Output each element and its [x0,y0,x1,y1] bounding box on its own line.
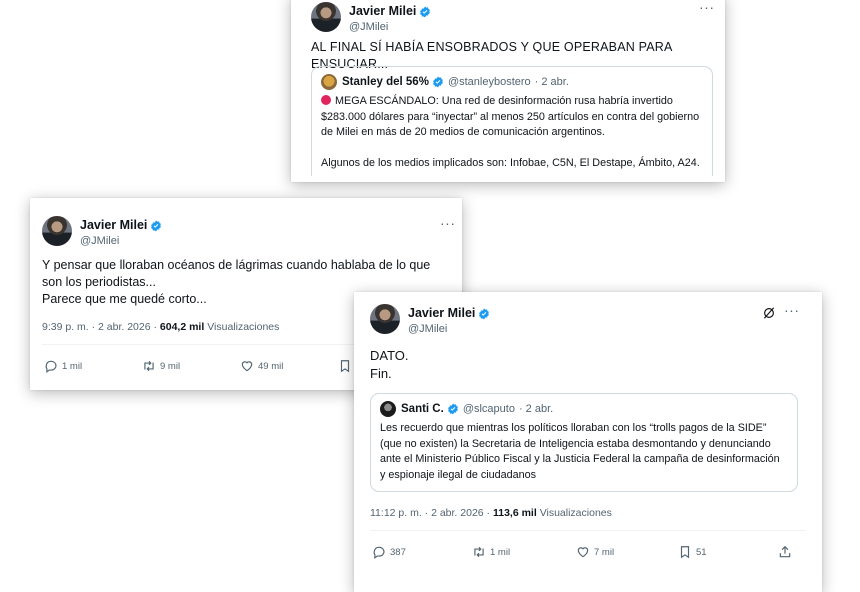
quote-date: · 2 abr. [534,76,569,88]
views-label: Visualizaciones [539,507,612,519]
tweet-header: Javier Milei @JMilei [311,2,431,34]
tweet-card-3[interactable]: Javier Milei @JMilei ··· DATO. Fin. Sant… [354,292,822,592]
author-name[interactable]: Javier Milei [80,218,162,233]
quote-author-name: Stanley del 56% [342,76,429,88]
reply-icon [45,360,57,373]
quote-author-handle: @stanleybostero [447,76,531,88]
retweet-button[interactable]: 1 mil [472,545,510,559]
quote-author-handle: @slcaputo [462,403,515,415]
bookmark-icon [340,360,350,373]
more-icon[interactable]: ··· [440,215,456,231]
author-name-text: Javier Milei [349,4,417,18]
quote-author-name: Santi C. [401,403,444,415]
bookmark-icon [680,546,690,559]
tweet-timestamp[interactable]: 9:39 p. m. · 2 abr. 2026 · [42,321,157,333]
quote-header: Stanley del 56% @stanleybostero · 2 abr. [321,74,703,90]
avatar[interactable] [370,304,400,334]
author-handle[interactable]: @JMilei [408,322,490,336]
author-name[interactable]: Javier Milei [408,306,490,321]
share-button[interactable] [778,545,796,559]
verified-badge-icon [151,220,162,231]
quote-avatar [380,401,396,417]
like-button[interactable]: 7 mil [576,545,614,559]
bookmark-button[interactable]: 51 [678,545,707,559]
like-count: 49 mil [258,360,284,372]
avatar[interactable] [311,2,341,32]
quote-avatar [321,74,337,90]
author-name-text: Javier Milei [408,306,476,320]
tweet-meta: 9:39 p. m. · 2 abr. 2026 · 604,2 mil Vis… [42,321,279,333]
retweet-count: 1 mil [490,546,511,558]
author-name-text: Javier Milei [80,218,148,232]
reply-button[interactable]: 1 mil [44,359,82,373]
red-circle-icon [321,95,331,105]
like-count: 7 mil [594,546,615,558]
retweet-icon [144,360,154,372]
like-button[interactable]: 49 mil [240,359,283,373]
reply-icon [373,546,385,559]
reply-button[interactable]: 387 [372,545,406,559]
retweet-count: 9 mil [160,360,181,372]
verified-badge-icon [447,403,458,415]
retweet-icon [474,546,484,558]
quote-text-content: MEGA ESCÁNDALO: Una red de desinformació… [321,95,700,169]
verified-badge-icon [420,6,431,17]
avatar[interactable] [42,216,72,246]
more-icon[interactable]: ··· [784,302,800,318]
tweet-meta: 11:12 p. m. · 2 abr. 2026 · 113,6 mil Vi… [370,507,612,519]
verified-badge-icon [432,76,443,88]
like-icon [577,547,589,558]
quote-date: · 2 abr. [518,403,554,415]
more-icon[interactable]: ··· [699,0,715,15]
author-name[interactable]: Javier Milei [349,4,431,19]
author-handle[interactable]: @JMilei [80,234,162,248]
retweet-button[interactable]: 9 mil [142,359,180,373]
like-icon [241,361,253,372]
tweet-timestamp[interactable]: 11:12 p. m. · 2 abr. 2026 · [370,507,490,519]
tweet-header: Javier Milei @JMilei [42,216,162,248]
share-icon [779,545,791,558]
views-label: Visualizaciones [207,321,280,333]
quote-text: MEGA ESCÁNDALO: Una red de desinformació… [321,94,703,172]
reply-count: 1 mil [62,360,83,372]
quoted-tweet[interactable]: Stanley del 56% @stanleybostero · 2 abr.… [311,66,713,176]
quote-header: Santi C. @slcaputo · 2 abr. [380,401,788,417]
quoted-tweet[interactable]: Santi C. @slcaputo · 2 abr. Les recuerdo… [370,393,798,492]
divider [370,530,806,531]
view-count: 604,2 mil [159,321,205,333]
quote-text: Les recuerdo que mientras los políticos … [380,422,780,481]
bookmark-count: 51 [696,546,707,558]
grok-icon[interactable] [762,306,776,320]
tweet-card-1[interactable]: Javier Milei @JMilei ··· AL FINAL SÍ HAB… [291,0,725,182]
action-bar: 387 1 mil 7 mil 51 [354,544,822,560]
reply-count: 387 [390,546,406,558]
author-handle[interactable]: @JMilei [349,20,431,34]
tweet-header: Javier Milei @JMilei [370,304,490,336]
tweet-text: DATO. Fin. [370,348,409,381]
view-count: 113,6 mil [492,507,537,519]
verified-badge-icon [479,308,490,319]
